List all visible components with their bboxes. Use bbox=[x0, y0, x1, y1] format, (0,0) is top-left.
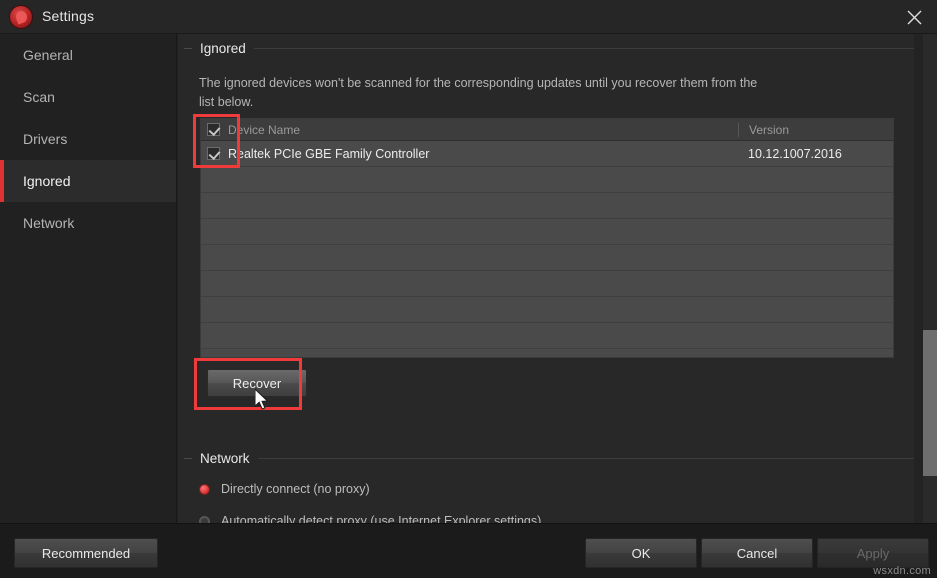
table-cell-device-name: Realtek PCIe GBE Family Controller bbox=[201, 147, 738, 161]
legend-rule-left bbox=[184, 457, 192, 459]
sidebar-item-network[interactable]: Network bbox=[0, 202, 176, 244]
ignored-devices-table: Device Name Version Realtek PCIe GBE Fam… bbox=[200, 118, 894, 358]
sidebar-item-label: General bbox=[23, 47, 73, 63]
sidebar-item-label: Ignored bbox=[23, 173, 71, 189]
radio-selected-icon bbox=[199, 483, 210, 495]
sidebar-item-drivers[interactable]: Drivers bbox=[0, 118, 176, 160]
ignored-legend-label: Ignored bbox=[200, 40, 246, 56]
network-legend: Network bbox=[184, 448, 917, 468]
table-row-empty bbox=[201, 245, 893, 271]
sidebar-item-general[interactable]: General bbox=[0, 34, 176, 76]
cancel-button[interactable]: Cancel bbox=[701, 538, 813, 568]
window-title: Settings bbox=[42, 8, 95, 24]
table-row-empty bbox=[201, 219, 893, 245]
radio-auto-detect-proxy[interactable]: Automatically detect proxy (use Internet… bbox=[199, 514, 541, 523]
watermark: wsxdn.com bbox=[873, 565, 931, 577]
row-checkbox[interactable] bbox=[207, 147, 220, 160]
device-name-label: Realtek PCIe GBE Family Controller bbox=[228, 146, 430, 161]
table-row-empty bbox=[201, 193, 893, 219]
radio-unselected-icon bbox=[199, 515, 210, 523]
sidebar-item-label: Network bbox=[23, 215, 75, 231]
title-bar: Settings bbox=[0, 0, 937, 34]
app-logo-icon bbox=[9, 5, 33, 29]
ignored-section: Ignored bbox=[184, 38, 917, 58]
vertical-scrollbar[interactable] bbox=[923, 34, 937, 523]
table-header-device-name: Device Name bbox=[201, 123, 738, 137]
radio-directly-connect[interactable]: Directly connect (no proxy) bbox=[199, 482, 370, 496]
legend-rule-left bbox=[184, 47, 192, 49]
table-row-empty bbox=[201, 297, 893, 323]
radio-label: Automatically detect proxy (use Internet… bbox=[221, 514, 542, 523]
table-cell-version: 10.12.1007.2016 bbox=[748, 146, 842, 161]
sidebar: General Scan Drivers Ignored Network bbox=[0, 34, 177, 523]
legend-rule-right bbox=[253, 47, 917, 49]
scroll-gutter bbox=[914, 34, 923, 523]
close-icon[interactable] bbox=[891, 0, 937, 34]
ignored-legend: Ignored bbox=[184, 38, 917, 58]
table-header-row: Device Name Version bbox=[201, 119, 893, 141]
apply-button: Apply bbox=[817, 538, 929, 568]
sidebar-item-label: Drivers bbox=[23, 131, 68, 147]
select-all-checkbox[interactable] bbox=[207, 123, 220, 136]
sidebar-item-scan[interactable]: Scan bbox=[0, 76, 176, 118]
footer-bar: Recommended OK Cancel Apply wsxdn.com bbox=[0, 523, 937, 578]
table-header-version: Version bbox=[738, 122, 893, 137]
table-row-empty bbox=[201, 271, 893, 297]
table-row-empty bbox=[201, 323, 893, 349]
scrollbar-thumb[interactable] bbox=[923, 330, 937, 476]
sidebar-item-label: Scan bbox=[23, 89, 55, 105]
table-row[interactable]: Realtek PCIe GBE Family Controller 10.12… bbox=[201, 141, 893, 167]
main-panel: Ignored The ignored devices won't be sca… bbox=[178, 34, 923, 523]
mouse-cursor-icon bbox=[254, 387, 271, 413]
settings-window: Settings General Scan Drivers Ignored Ne… bbox=[0, 0, 937, 578]
network-section: Network bbox=[184, 448, 917, 468]
radio-label: Directly connect (no proxy) bbox=[221, 482, 370, 496]
column-header-label: Device Name bbox=[228, 122, 301, 137]
recommended-button[interactable]: Recommended bbox=[14, 538, 158, 568]
network-legend-label: Network bbox=[200, 450, 250, 466]
table-row-empty bbox=[201, 167, 893, 193]
ignored-description: The ignored devices won't be scanned for… bbox=[199, 76, 758, 109]
ok-button[interactable]: OK bbox=[585, 538, 697, 568]
sidebar-item-ignored[interactable]: Ignored bbox=[0, 160, 176, 202]
legend-rule-right bbox=[257, 457, 917, 459]
